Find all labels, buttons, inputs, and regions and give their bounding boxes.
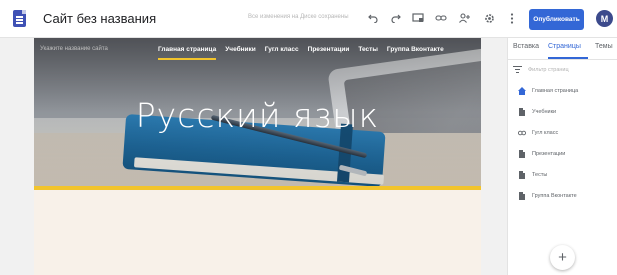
banner-accent-stripe <box>34 186 481 190</box>
sidebar-item-label: Группа Вконтакте <box>532 192 577 199</box>
more-vert-icon[interactable] <box>504 10 520 26</box>
top-bar: Сайт без названия Все изменения на Диске… <box>0 0 617 38</box>
home-icon <box>518 86 526 95</box>
header-banner[interactable]: Укажите название сайта Главная страница … <box>34 38 481 186</box>
nav-item-tests[interactable]: Тесты <box>358 46 378 53</box>
sidebar-item-home[interactable]: Главная страница <box>518 86 578 95</box>
redo-icon[interactable] <box>388 10 404 26</box>
nav-item-textbooks[interactable]: Учебники <box>225 46 256 53</box>
sidebar-panel: Вставка Страницы Темы Фильтр страниц Гла… <box>507 38 617 275</box>
site-title[interactable]: Сайт без названия <box>43 11 156 26</box>
sidebar-divider <box>508 59 617 60</box>
sidebar-item-presentations[interactable]: Презентации <box>518 149 565 158</box>
sidebar-item-label: Учебники <box>532 108 557 115</box>
plus-icon: + <box>558 249 567 266</box>
add-page-button[interactable]: + <box>550 245 575 270</box>
sidebar-item-tests[interactable]: Тесты <box>518 170 547 179</box>
sidebar-item-vk-group[interactable]: Группа Вконтакте <box>518 191 577 200</box>
link-icon <box>518 128 526 137</box>
preview-icon[interactable] <box>410 10 426 26</box>
nav-item-vk-group[interactable]: Группа Вконтакте <box>387 46 444 53</box>
sidebar-item-label: Главная страница <box>532 87 579 94</box>
filter-input[interactable]: Фильтр страниц <box>528 67 569 73</box>
site-navigation: Главная страница Учебники Гугл класс Пре… <box>158 46 444 60</box>
sidebar-item-label: Тесты <box>532 171 548 178</box>
sidebar-item-textbooks[interactable]: Учебники <box>518 107 556 116</box>
nav-item-presentations[interactable]: Презентации <box>308 46 350 53</box>
nav-item-google-classroom[interactable]: Гугл класс <box>265 46 299 53</box>
banner-title[interactable]: Русский язык <box>34 96 481 135</box>
page-filter[interactable]: Фильтр страниц <box>513 66 569 73</box>
filter-icon <box>513 66 522 73</box>
sidebar-item-google-classroom[interactable]: Гугл класс <box>518 128 558 137</box>
sidebar-item-label: Презентации <box>532 150 566 157</box>
avatar[interactable]: М <box>596 10 613 27</box>
tab-insert[interactable]: Вставка <box>513 43 539 50</box>
link-icon[interactable] <box>433 10 449 26</box>
settings-icon[interactable] <box>481 10 497 26</box>
share-icon[interactable] <box>457 10 473 26</box>
tab-pages[interactable]: Страницы <box>548 43 581 50</box>
sidebar-tabs: Вставка Страницы Темы <box>508 38 617 59</box>
nav-item-home[interactable]: Главная страница <box>158 46 217 60</box>
undo-icon[interactable] <box>365 10 381 26</box>
site-name-field[interactable]: Укажите название сайта <box>40 46 108 52</box>
page-icon <box>518 149 526 158</box>
page-icon <box>518 170 526 179</box>
saved-status-text: Все изменения на Диске сохранены <box>248 14 349 20</box>
page-icon <box>518 191 526 200</box>
tab-themes[interactable]: Темы <box>595 43 613 50</box>
site-page: Укажите название сайта Главная страница … <box>34 38 481 275</box>
publish-button[interactable]: Опубликовать <box>529 9 584 30</box>
sites-doc-icon[interactable] <box>13 10 26 27</box>
page-icon <box>518 107 526 116</box>
sidebar-item-label: Гугл класс <box>532 129 559 136</box>
